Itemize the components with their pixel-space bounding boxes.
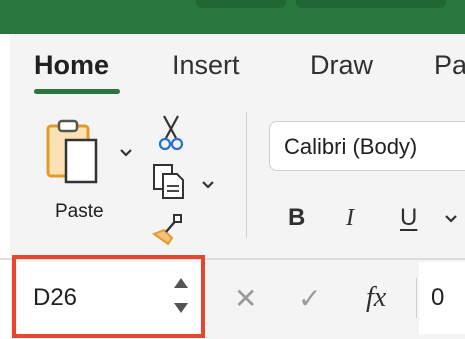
name-box-highlight <box>12 255 205 338</box>
italic-button[interactable]: I <box>346 203 354 233</box>
format-painter-icon[interactable] <box>150 212 184 246</box>
tab-insert[interactable]: Insert <box>172 48 240 82</box>
cut-icon[interactable] <box>157 114 185 152</box>
tab-draw[interactable]: Draw <box>310 48 373 82</box>
enter-icon[interactable]: ✓ <box>298 284 321 314</box>
formula-value[interactable]: 0 <box>431 283 444 313</box>
chevron-down-icon[interactable] <box>444 214 458 224</box>
font-name-dropdown[interactable]: Calibri (Body) <box>269 121 465 171</box>
cancel-icon[interactable]: ✕ <box>234 284 257 314</box>
chevron-down-icon[interactable] <box>201 180 215 190</box>
paste-label[interactable]: Paste <box>55 200 104 224</box>
paste-icon[interactable] <box>44 118 112 190</box>
fx-icon[interactable]: fx <box>366 282 386 314</box>
underline-button[interactable]: U <box>400 203 417 233</box>
title-bar-detail <box>196 0 286 8</box>
title-bar <box>0 0 465 34</box>
bold-button[interactable]: B <box>288 203 305 233</box>
tab-home[interactable]: Home <box>34 48 109 82</box>
ribbon-group-separator <box>246 112 247 238</box>
title-bar-detail <box>296 0 446 8</box>
formula-bar-separator <box>416 278 417 318</box>
copy-icon[interactable] <box>152 162 186 200</box>
chevron-down-icon[interactable] <box>119 148 133 158</box>
tab-page-layout[interactable]: Pa <box>434 48 465 82</box>
active-tab-indicator <box>34 89 120 94</box>
font-name-value: Calibri (Body) <box>284 134 418 159</box>
window-edge <box>0 34 10 339</box>
